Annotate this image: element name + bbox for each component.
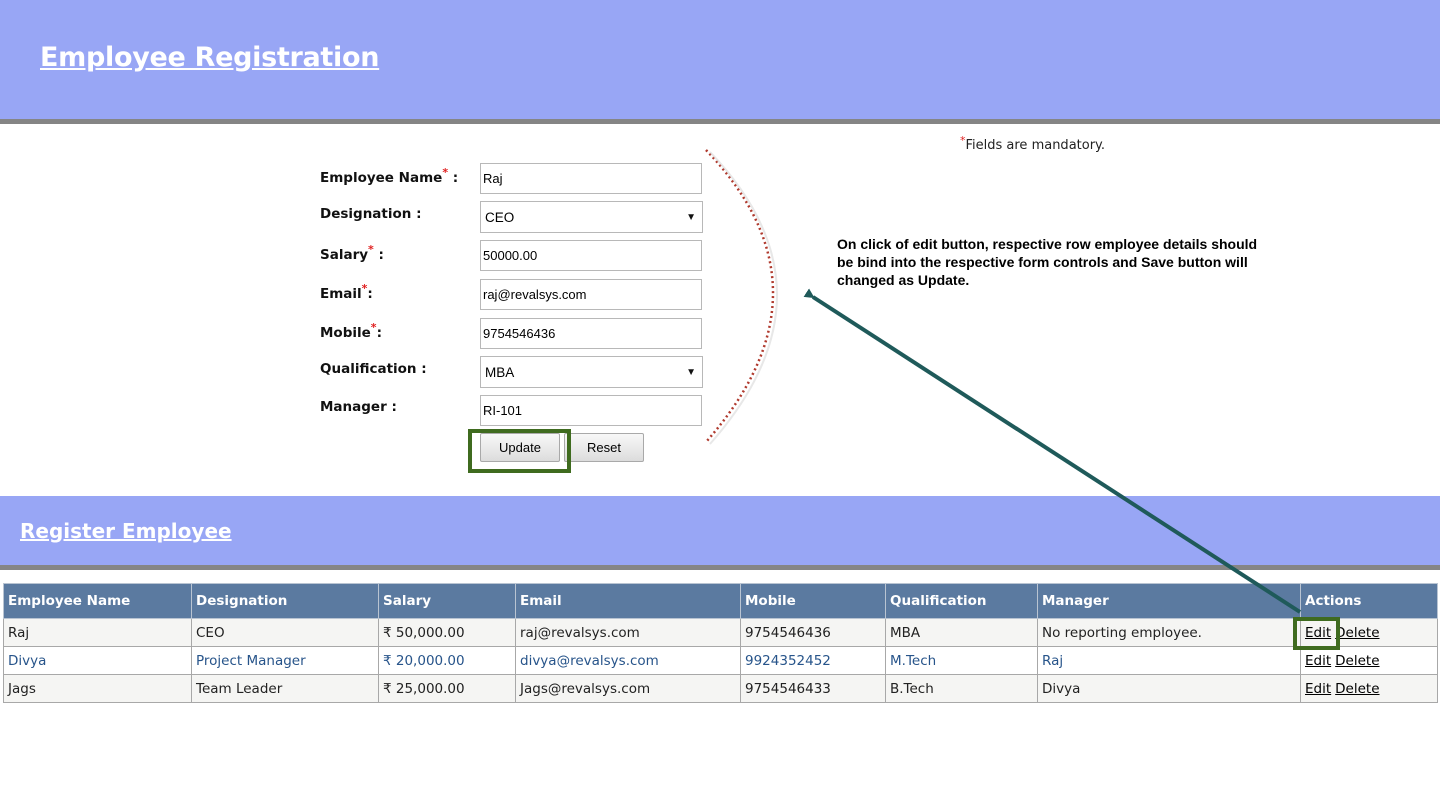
- dotted-bracket: [705, 149, 775, 443]
- bracket-shadow: [709, 151, 778, 445]
- annotation-arrow: [803, 288, 1302, 614]
- annotation-overlay: [705, 149, 1302, 614]
